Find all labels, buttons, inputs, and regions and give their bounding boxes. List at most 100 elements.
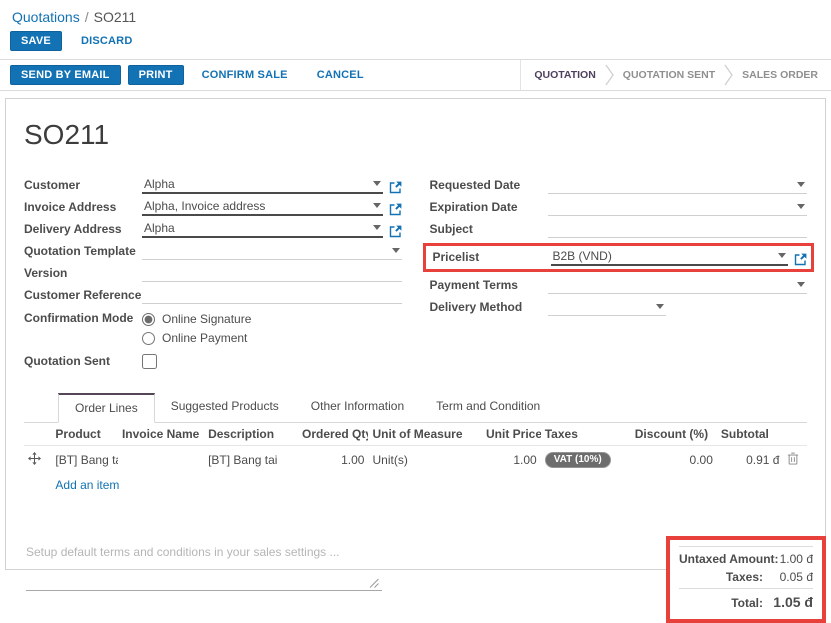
total-value: 1.05 đ — [763, 594, 813, 610]
terms-textarea[interactable]: Setup default terms and conditions in yo… — [26, 543, 382, 591]
online-payment-radio[interactable]: Online Payment — [142, 331, 251, 345]
chevron-down-icon[interactable] — [778, 253, 786, 262]
quotation-sent-label: Quotation Sent — [24, 354, 142, 370]
confirm-sale-button[interactable]: CONFIRM SALE — [191, 65, 299, 85]
quotation-template-input[interactable] — [142, 243, 402, 260]
subject-label: Subject — [430, 222, 548, 238]
requested-date-label: Requested Date — [430, 178, 548, 194]
drag-handle-icon[interactable] — [28, 452, 41, 465]
column-subtotal: Subtotal — [717, 423, 784, 446]
chevron-down-icon[interactable] — [797, 204, 805, 213]
breadcrumb: Quotations / SO211 — [0, 0, 831, 28]
online-payment-label: Online Payment — [162, 331, 247, 345]
cell-invoice-name[interactable] — [118, 446, 204, 474]
cell-taxes[interactable]: VAT (10%) — [541, 446, 631, 474]
cell-unit-of-measure[interactable]: Unit(s) — [368, 446, 482, 474]
external-link-icon[interactable] — [794, 253, 807, 266]
invoice-address-input[interactable]: Alpha, Invoice address — [142, 199, 383, 216]
total-row: Total: 1.05 đ — [679, 588, 813, 612]
field-invoice-address: Invoice Address Alpha, Invoice address — [24, 199, 402, 216]
breadcrumb-quotations-link[interactable]: Quotations — [12, 9, 80, 25]
column-taxes: Taxes — [541, 423, 631, 446]
subject-input[interactable] — [548, 221, 808, 238]
chevron-right-icon — [605, 64, 614, 86]
customer-reference-input[interactable] — [142, 287, 402, 304]
order-line-row[interactable]: [BT] Bang tai [BT] Bang tai 1.00 Unit(s)… — [24, 446, 807, 474]
delete-column-header — [783, 423, 807, 446]
column-unit-price: Unit Price — [482, 423, 541, 446]
online-signature-radio[interactable]: Online Signature — [142, 312, 251, 326]
requested-date-input[interactable] — [548, 177, 808, 194]
action-toolbar: SEND BY EMAIL PRINT CONFIRM SALE CANCEL … — [0, 59, 831, 91]
save-button[interactable]: SAVE — [10, 31, 62, 51]
tab-term-and-condition[interactable]: Term and Condition — [420, 393, 556, 423]
pricelist-input[interactable]: B2B (VND) — [551, 249, 789, 266]
field-version: Version — [24, 265, 402, 282]
terms-placeholder: Setup default terms and conditions in yo… — [26, 543, 382, 559]
tab-order-lines[interactable]: Order Lines — [58, 393, 155, 423]
cell-unit-price[interactable]: 1.00 — [482, 446, 541, 474]
table-header-row: Product Invoice Name Description Ordered… — [24, 423, 807, 446]
breadcrumb-current: SO211 — [94, 9, 137, 25]
external-link-icon[interactable] — [389, 181, 402, 194]
field-pricelist: Pricelist B2B (VND) — [433, 249, 808, 266]
column-description: Description — [204, 423, 298, 446]
tax-badge[interactable]: VAT (10%) — [545, 452, 611, 468]
trash-icon[interactable] — [787, 452, 799, 465]
field-quotation-template: Quotation Template — [24, 243, 402, 260]
field-quotation-sent: Quotation Sent — [24, 354, 402, 371]
notebook-tabs: Order Lines Suggested Products Other Inf… — [24, 393, 807, 423]
form-column-right: Requested Date Expiration Date Subject — [430, 177, 808, 376]
customer-value: Alpha — [144, 177, 175, 191]
untaxed-amount-label: Untaxed Amount: — [679, 552, 779, 566]
confirmation-mode-label: Confirmation Mode — [24, 311, 142, 327]
chevron-down-icon[interactable] — [373, 203, 381, 212]
chevron-down-icon[interactable] — [656, 304, 664, 313]
untaxed-amount-row: Untaxed Amount: 1.00 đ — [679, 546, 813, 568]
cancel-button[interactable]: CANCEL — [306, 65, 375, 85]
chevron-down-icon[interactable] — [797, 282, 805, 291]
expiration-date-input[interactable] — [548, 199, 808, 216]
tab-other-information[interactable]: Other Information — [295, 393, 420, 423]
chevron-down-icon[interactable] — [797, 182, 805, 191]
radio-input[interactable] — [142, 332, 155, 345]
cell-description[interactable]: [BT] Bang tai — [204, 446, 298, 474]
column-unit-of-measure: Unit of Measure — [368, 423, 482, 446]
quotation-sent-checkbox[interactable] — [142, 354, 157, 369]
cell-discount[interactable]: 0.00 — [631, 446, 717, 474]
pricelist-highlight-box: Pricelist B2B (VND) — [423, 243, 815, 272]
taxes-label: Taxes: — [679, 570, 763, 584]
cell-ordered-qty[interactable]: 1.00 — [298, 446, 368, 474]
payment-terms-label: Payment Terms — [430, 278, 548, 294]
breadcrumb-separator: / — [85, 9, 89, 25]
tab-suggested-products[interactable]: Suggested Products — [155, 393, 295, 423]
version-input[interactable] — [142, 265, 402, 282]
delivery-method-input[interactable] — [548, 299, 666, 316]
print-button[interactable]: PRINT — [128, 65, 184, 85]
discard-button[interactable]: DISCARD — [70, 31, 144, 51]
chevron-down-icon[interactable] — [392, 248, 400, 257]
online-signature-label: Online Signature — [162, 312, 251, 326]
column-invoice-name: Invoice Name — [118, 423, 204, 446]
send-by-email-button[interactable]: SEND BY EMAIL — [10, 65, 121, 85]
pricelist-value: B2B (VND) — [553, 249, 612, 263]
payment-terms-input[interactable] — [548, 277, 808, 294]
external-link-icon[interactable] — [389, 203, 402, 216]
cell-product[interactable]: [BT] Bang tai — [51, 446, 118, 474]
customer-input[interactable]: Alpha — [142, 177, 383, 194]
status-quotation[interactable]: QUOTATION — [525, 69, 604, 81]
external-link-icon[interactable] — [389, 225, 402, 238]
chevron-down-icon[interactable] — [373, 225, 381, 234]
resize-handle-icon[interactable] — [369, 578, 379, 588]
status-sales-order[interactable]: SALES ORDER — [733, 69, 827, 81]
cell-subtotal: 0.91 đ — [717, 446, 784, 474]
radio-input[interactable] — [142, 313, 155, 326]
column-ordered-qty: Ordered Qty — [298, 423, 368, 446]
chevron-down-icon[interactable] — [373, 181, 381, 190]
version-label: Version — [24, 266, 142, 282]
delivery-address-input[interactable]: Alpha — [142, 221, 383, 238]
record-command-row: SAVE DISCARD — [0, 28, 831, 59]
status-quotation-sent[interactable]: QUOTATION SENT — [614, 69, 724, 81]
add-an-item-link[interactable]: Add an item — [55, 478, 119, 492]
column-discount: Discount (%) — [631, 423, 717, 446]
